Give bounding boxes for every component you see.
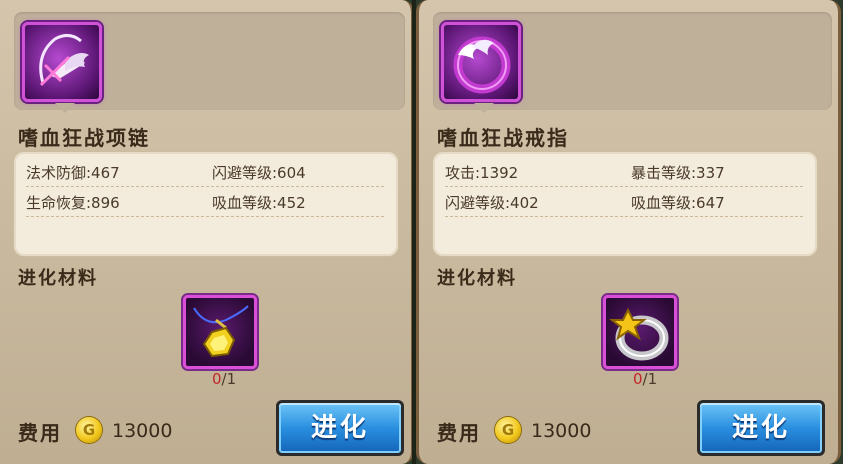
stat-value: 生命恢复:896 [26, 194, 120, 212]
item-header-area [433, 12, 832, 113]
material-need: /1 [221, 370, 237, 388]
gold-coin-icon: G [495, 417, 521, 443]
gold-star-ring-icon[interactable] [603, 295, 677, 369]
material-have: 0 [633, 370, 643, 388]
item-name: 嗜血狂战戒指 [437, 126, 569, 150]
gem-pendant-icon[interactable] [183, 295, 257, 369]
item-header-area [14, 12, 405, 113]
evolve-button[interactable]: 进化 [276, 400, 404, 456]
cost-value: 13000 [531, 420, 592, 442]
section-title-materials: 进化材料 [437, 268, 517, 289]
stat-value: 闪避等级:604 [212, 164, 306, 182]
section-title-materials: 进化材料 [18, 268, 98, 289]
material-count: 0/1 [633, 370, 657, 388]
item-name: 嗜血狂战项链 [18, 126, 150, 150]
evolve-button[interactable]: 进化 [697, 400, 825, 456]
cost-label: 费用 [437, 421, 481, 445]
stats-box: 法术防御:467 闪避等级:604 生命恢复:896 吸血等级:452 [14, 152, 398, 256]
stat-row: 闪避等级:402 吸血等级:647 [445, 190, 803, 217]
gold-coin-icon: G [76, 417, 102, 443]
stat-value: 攻击:1392 [445, 164, 519, 182]
stats-box: 攻击:1392 暴击等级:337 闪避等级:402 吸血等级:647 [433, 152, 817, 256]
stat-value: 暴击等级:337 [631, 164, 725, 182]
material-have: 0 [212, 370, 222, 388]
stat-value: 吸血等级:452 [212, 194, 306, 212]
item-panel-ring: 嗜血狂战戒指 攻击:1392 暴击等级:337 闪避等级:402 吸血等级:64… [416, 0, 841, 464]
cost-label: 费用 [18, 421, 62, 445]
cost-value: 13000 [112, 420, 173, 442]
ring-wing-icon[interactable] [441, 22, 521, 113]
stat-value: 闪避等级:402 [445, 194, 539, 212]
material-count: 0/1 [212, 370, 236, 388]
necklace-wing-icon[interactable] [22, 22, 102, 113]
stat-value: 吸血等级:647 [631, 194, 725, 212]
stat-row: 攻击:1392 暴击等级:337 [445, 160, 803, 187]
stat-row: 生命恢复:896 吸血等级:452 [26, 190, 384, 217]
item-panel-necklace: 嗜血狂战项链 法术防御:467 闪避等级:604 生命恢复:896 吸血等级:4… [0, 0, 414, 464]
stat-row: 法术防御:467 闪避等级:604 [26, 160, 384, 187]
material-need: /1 [642, 370, 658, 388]
stat-value: 法术防御:467 [26, 164, 120, 182]
